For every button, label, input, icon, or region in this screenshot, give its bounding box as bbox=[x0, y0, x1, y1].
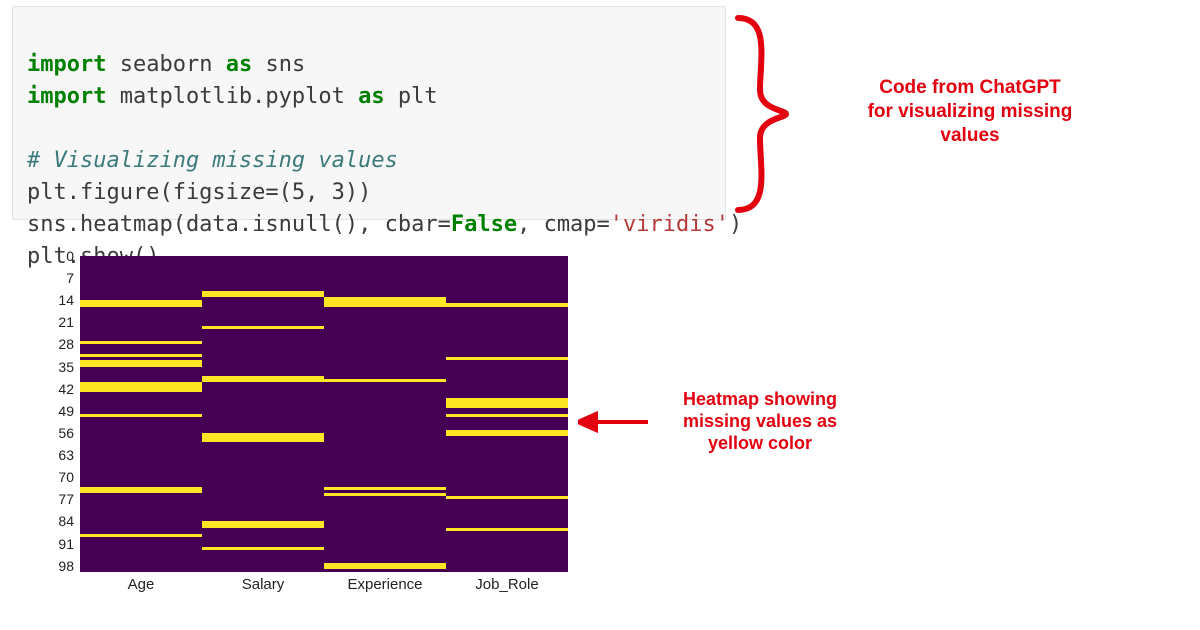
code-text: sns bbox=[252, 52, 305, 77]
heatmap-missing-cell bbox=[324, 297, 446, 306]
heatmap-y-tick: 91 bbox=[42, 536, 74, 552]
heatmap-missing-cell bbox=[202, 547, 324, 550]
heatmap-missing-cell bbox=[446, 528, 568, 531]
annotation-line: missing values as bbox=[660, 410, 860, 432]
heatmap-missing-cell bbox=[446, 496, 568, 499]
code-text: , bbox=[305, 180, 332, 205]
code-text: , cmap= bbox=[517, 212, 610, 237]
heatmap-x-tick: Job_Role bbox=[475, 576, 538, 593]
heatmap-missing-cell bbox=[446, 430, 568, 436]
heatmap-y-tick: 0 bbox=[42, 248, 74, 264]
heatmap-missing-cell bbox=[202, 521, 324, 527]
annotation-line: Heatmap showing bbox=[660, 388, 860, 410]
curly-brace-icon bbox=[730, 10, 790, 218]
python-keyword-import: import bbox=[27, 84, 106, 109]
heatmap-column-salary bbox=[202, 256, 324, 572]
python-comment: # Visualizing missing values bbox=[27, 148, 398, 173]
heatmap-missing-cell bbox=[80, 354, 202, 357]
heatmap-missing-cell bbox=[202, 291, 324, 297]
heatmap-y-tick: 14 bbox=[42, 292, 74, 308]
python-string: 'viridis' bbox=[610, 212, 729, 237]
heatmap-missing-cell bbox=[80, 300, 202, 306]
heatmap-y-tick: 35 bbox=[42, 359, 74, 375]
python-keyword-as: as bbox=[226, 52, 253, 77]
code-text: plt bbox=[385, 84, 438, 109]
heatmap-column-jobrole bbox=[446, 256, 568, 572]
code-text: matplotlib.pyplot bbox=[106, 84, 358, 109]
heatmap-x-ticks: Age Salary Experience Job_Role bbox=[80, 576, 568, 600]
heatmap-x-tick: Salary bbox=[242, 576, 285, 593]
heatmap-y-tick: 42 bbox=[42, 381, 74, 397]
annotation-line: yellow color bbox=[660, 432, 860, 454]
heatmap-y-tick: 49 bbox=[42, 403, 74, 419]
heatmap-missing-cell bbox=[324, 379, 446, 382]
heatmap-missing-cell bbox=[324, 487, 446, 490]
code-text: )) bbox=[345, 180, 372, 205]
heatmap-missing-cell bbox=[80, 414, 202, 417]
python-keyword-import: import bbox=[27, 52, 106, 77]
annotation-line: for visualizing missing bbox=[855, 100, 1085, 124]
heatmap-missing-cell bbox=[202, 376, 324, 382]
heatmap-column-experience bbox=[324, 256, 446, 572]
code-text: sns.heatmap(data.isnull(), cbar= bbox=[27, 212, 451, 237]
heatmap-missing-cell bbox=[202, 433, 324, 442]
heatmap-column-age bbox=[80, 256, 202, 572]
heatmap-y-tick: 84 bbox=[42, 513, 74, 529]
arrow-left-icon bbox=[578, 410, 648, 434]
heatmap-y-tick: 98 bbox=[42, 558, 74, 574]
python-keyword-false: False bbox=[451, 212, 517, 237]
heatmap-x-tick: Age bbox=[128, 576, 155, 593]
heatmap-y-tick: 7 bbox=[42, 270, 74, 286]
code-blank-line bbox=[27, 116, 40, 141]
heatmap-y-tick: 56 bbox=[42, 425, 74, 441]
annotation-line: Code from ChatGPT bbox=[855, 76, 1085, 100]
heatmap-y-tick: 70 bbox=[42, 469, 74, 485]
heatmap-missing-cell bbox=[446, 303, 568, 306]
annotation-code-source: Code from ChatGPT for visualizing missin… bbox=[855, 76, 1085, 148]
heatmap-y-tick: 28 bbox=[42, 336, 74, 352]
annotation-line: values bbox=[855, 124, 1085, 148]
heatmap-plot-area bbox=[80, 256, 568, 572]
code-number: 3 bbox=[332, 180, 345, 205]
heatmap-y-tick: 77 bbox=[42, 491, 74, 507]
heatmap-y-tick: 63 bbox=[42, 447, 74, 463]
heatmap-missing-cell bbox=[80, 341, 202, 344]
heatmap-y-tick: 21 bbox=[42, 314, 74, 330]
heatmap-missing-cell bbox=[446, 414, 568, 417]
heatmap-missing-cell bbox=[446, 398, 568, 407]
heatmap-missing-cell bbox=[80, 487, 202, 493]
annotation-heatmap: Heatmap showing missing values as yellow… bbox=[660, 388, 860, 454]
heatmap-missing-cell bbox=[80, 382, 202, 391]
heatmap-x-tick: Experience bbox=[347, 576, 422, 593]
code-number: 5 bbox=[292, 180, 305, 205]
heatmap-missing-cell bbox=[324, 563, 446, 569]
heatmap-missing-cell bbox=[446, 357, 568, 360]
heatmap-y-ticks: 0714212835424956637077849198 bbox=[42, 256, 78, 572]
code-text: plt.figure(figsize=( bbox=[27, 180, 292, 205]
heatmap-missing-cell bbox=[324, 493, 446, 496]
heatmap-missing-cell bbox=[202, 326, 324, 329]
heatmap-missing-cell bbox=[80, 360, 202, 366]
python-keyword-as: as bbox=[358, 84, 385, 109]
heatmap-missing-cell bbox=[80, 534, 202, 537]
code-text: seaborn bbox=[106, 52, 225, 77]
code-block: import seaborn as sns import matplotlib.… bbox=[12, 6, 726, 220]
heatmap-figure: 0714212835424956637077849198 AgeSalaryEx… bbox=[42, 256, 582, 616]
